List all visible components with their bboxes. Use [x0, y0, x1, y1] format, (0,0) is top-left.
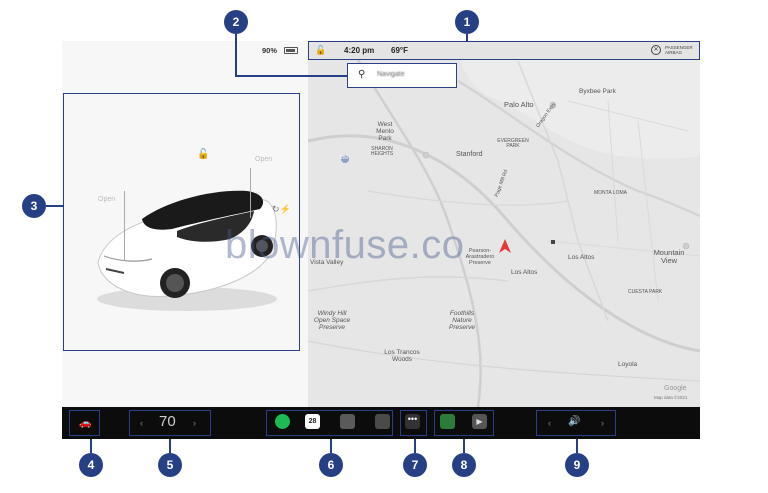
calendar-icon[interactable]: 28	[305, 414, 320, 429]
callout-2-leader-h	[235, 75, 347, 77]
chevron-left-icon[interactable]: ‹	[140, 418, 143, 428]
passenger-airbag-status: PASSENGER AIRBAG	[665, 45, 693, 55]
callout-8-leader	[463, 439, 465, 453]
volume-down-chevron-icon[interactable]: ‹	[548, 418, 551, 428]
map-label-los-altos: Los Altos	[511, 269, 538, 276]
map-label-stanford: Stanford	[456, 151, 483, 158]
search-icon: ⚲	[358, 69, 366, 80]
car-status-highlight	[63, 93, 300, 351]
map-label-foothills: Foothills Nature Preserve	[448, 310, 475, 331]
map-label-sharon: SHARON HEIGHTS	[370, 146, 394, 158]
map-label-loyola: Loyola	[618, 361, 638, 368]
stocks-icon[interactable]	[440, 414, 455, 429]
clock-time: 4:20 pm	[344, 46, 375, 55]
notes-icon[interactable]	[340, 414, 355, 429]
map-label-byxbee: Byxbee Park	[579, 88, 616, 95]
callout-4: 4	[79, 453, 103, 477]
status-row: 90% 🔓 4:20 pm 69°F ✕ PASSENGER AIRBAG	[62, 41, 700, 63]
status-bar: 🔓 4:20 pm 69°F ✕ PASSENGER AIRBAG	[308, 41, 700, 60]
callout-5: 5	[158, 453, 182, 477]
map-label-monta: MONTA LOMA	[594, 190, 627, 196]
callout-7: 7	[403, 453, 427, 477]
map-label-mountain-view: Mountain View	[653, 248, 685, 265]
map-label-los-trancos: Los Trancos Woods	[384, 349, 420, 363]
callout-5-leader	[169, 439, 171, 453]
temperature-setting: 70	[159, 413, 176, 430]
callout-8: 8	[452, 453, 476, 477]
car-controls-icon[interactable]: 🚗	[79, 418, 91, 429]
map-attribution: Map data ©2021	[654, 395, 688, 400]
theater-icon[interactable]: ▶	[472, 414, 487, 429]
callout-9-leader	[576, 439, 578, 453]
map-label-los-altos-east: Los Altos	[568, 254, 595, 261]
spotify-icon[interactable]	[275, 414, 290, 429]
callout-3: 3	[22, 194, 46, 218]
callout-2: 2	[224, 10, 248, 34]
callout-6-leader	[330, 439, 332, 453]
callout-6: 6	[319, 453, 343, 477]
map-label-cuesta: CUESTA PARK	[628, 289, 663, 295]
callout-2-leader-v	[235, 34, 237, 76]
callout-3-leader	[46, 205, 63, 207]
map-label-west-menlo: West Menlo Park	[376, 121, 394, 142]
callout-7-leader	[414, 439, 416, 453]
more-icon[interactable]: •••	[405, 414, 420, 429]
map-label-windy-hill: Windy Hill Open Space Preserve	[313, 310, 351, 331]
airbag-icon: ✕	[651, 45, 661, 55]
chevron-right-icon[interactable]: ›	[193, 418, 196, 428]
volume-up-chevron-icon[interactable]: ›	[601, 418, 604, 428]
screenshot-stage: { "status_bar": { "battery_percent": "90…	[0, 0, 768, 493]
callout-9: 9	[565, 453, 589, 477]
battery-percent: 90%	[262, 46, 278, 55]
outside-temperature: 69°F	[391, 46, 408, 55]
map-label-highway-280: 280	[340, 155, 349, 161]
search-input[interactable]: Navigate	[377, 71, 405, 78]
lock-status-icon[interactable]: 🔓	[315, 45, 326, 56]
camera-icon[interactable]	[375, 414, 390, 429]
map-label-evergreen: EVERGREEN PARK	[497, 138, 529, 150]
volume-icon[interactable]: 🔊	[568, 416, 580, 427]
map-label-palo-alto: Palo Alto	[504, 100, 534, 109]
callout-1-leader	[466, 34, 468, 42]
watermark: blownfuse.co	[225, 223, 465, 267]
callout-1: 1	[455, 10, 479, 34]
callout-4-leader	[90, 439, 92, 453]
battery-icon	[284, 47, 298, 54]
navigate-search[interactable]: ⚲ Navigate	[347, 63, 457, 88]
map-google-logo: Google	[664, 385, 687, 392]
